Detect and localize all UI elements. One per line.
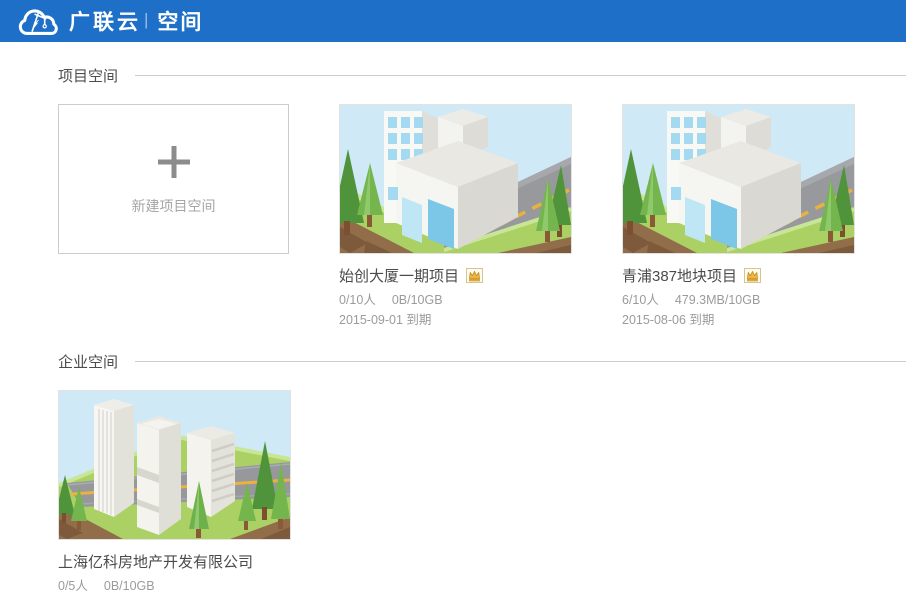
project-card-stats: 0/10人 0B/10GB: [339, 293, 572, 308]
member-count: 0/5人: [58, 579, 88, 594]
project-cards-row: 新建项目空间 始创大厦一期项目: [58, 104, 906, 328]
section-enterprise-spaces: 企业空间 上海亿科房地产开发有限公司 0/5人 0B/10GB: [58, 352, 906, 594]
member-count: 6/10人: [622, 293, 659, 308]
section-project-spaces: 项目空间 新建项目空间 始创大厦一期项目: [58, 66, 906, 328]
enterprise-card-stats: 0/5人 0B/10GB: [58, 579, 291, 594]
enterprise-section-head: 企业空间: [58, 352, 906, 370]
project-card-stats: 6/10人 479.3MB/10GB: [622, 293, 855, 308]
member-count: 0/10人: [339, 293, 376, 308]
app-header: 广联云 | 空间: [0, 0, 906, 42]
crown-badge-icon: [466, 268, 483, 283]
enterprise-section-title: 企业空间: [58, 351, 118, 372]
brand-name: 广联云: [69, 6, 141, 36]
isometric-building-illustration: [623, 105, 854, 253]
new-project-space-label: 新建项目空间: [132, 196, 216, 216]
storage-usage: 479.3MB/10GB: [675, 293, 760, 308]
new-project-space-button[interactable]: 新建项目空间: [58, 104, 289, 254]
enterprise-card-thumbnail[interactable]: [58, 390, 291, 540]
enterprise-card-title[interactable]: 上海亿科房地产开发有限公司: [58, 553, 253, 572]
enterprise-card-title-row: 上海亿科房地产开发有限公司: [58, 553, 291, 572]
project-card-title[interactable]: 青浦387地块项目: [622, 267, 737, 286]
isometric-building-illustration: [340, 105, 571, 253]
enterprise-cards-row: 上海亿科房地产开发有限公司 0/5人 0B/10GB: [58, 390, 906, 594]
project-section-title: 项目空间: [58, 65, 118, 86]
isometric-city-illustration: [59, 391, 290, 539]
storage-usage: 0B/10GB: [392, 293, 443, 308]
expiry-date: 2015-09-01 到期: [339, 313, 572, 328]
section-rule: [135, 75, 906, 76]
plus-icon: [155, 143, 193, 181]
project-space-card[interactable]: 始创大厦一期项目 0/10人 0B/10GB 2015-09-01 到期: [339, 104, 572, 328]
project-card-title-row: 青浦387地块项目: [622, 267, 855, 286]
expiry-date: 2015-08-06 到期: [622, 313, 855, 328]
section-rule: [135, 361, 906, 362]
cloud-crane-logo-icon: [16, 5, 60, 38]
storage-usage: 0B/10GB: [104, 579, 155, 594]
project-card-thumbnail[interactable]: [339, 104, 572, 254]
project-card-thumbnail[interactable]: [622, 104, 855, 254]
main-content: 项目空间 新建项目空间 始创大厦一期项目: [0, 42, 906, 594]
page: { "header": { "brand": "广联云", "divider":…: [0, 0, 906, 600]
app-name: 空间: [157, 6, 203, 36]
project-space-card[interactable]: 青浦387地块项目 6/10人 479.3MB/10GB 2015-08-06 …: [622, 104, 855, 328]
project-section-head: 项目空间: [58, 66, 906, 84]
crown-badge-icon: [744, 268, 761, 283]
enterprise-space-card[interactable]: 上海亿科房地产开发有限公司 0/5人 0B/10GB: [58, 390, 291, 594]
project-card-title[interactable]: 始创大厦一期项目: [339, 267, 459, 286]
project-card-title-row: 始创大厦一期项目: [339, 267, 572, 286]
brand-divider: |: [144, 10, 148, 30]
